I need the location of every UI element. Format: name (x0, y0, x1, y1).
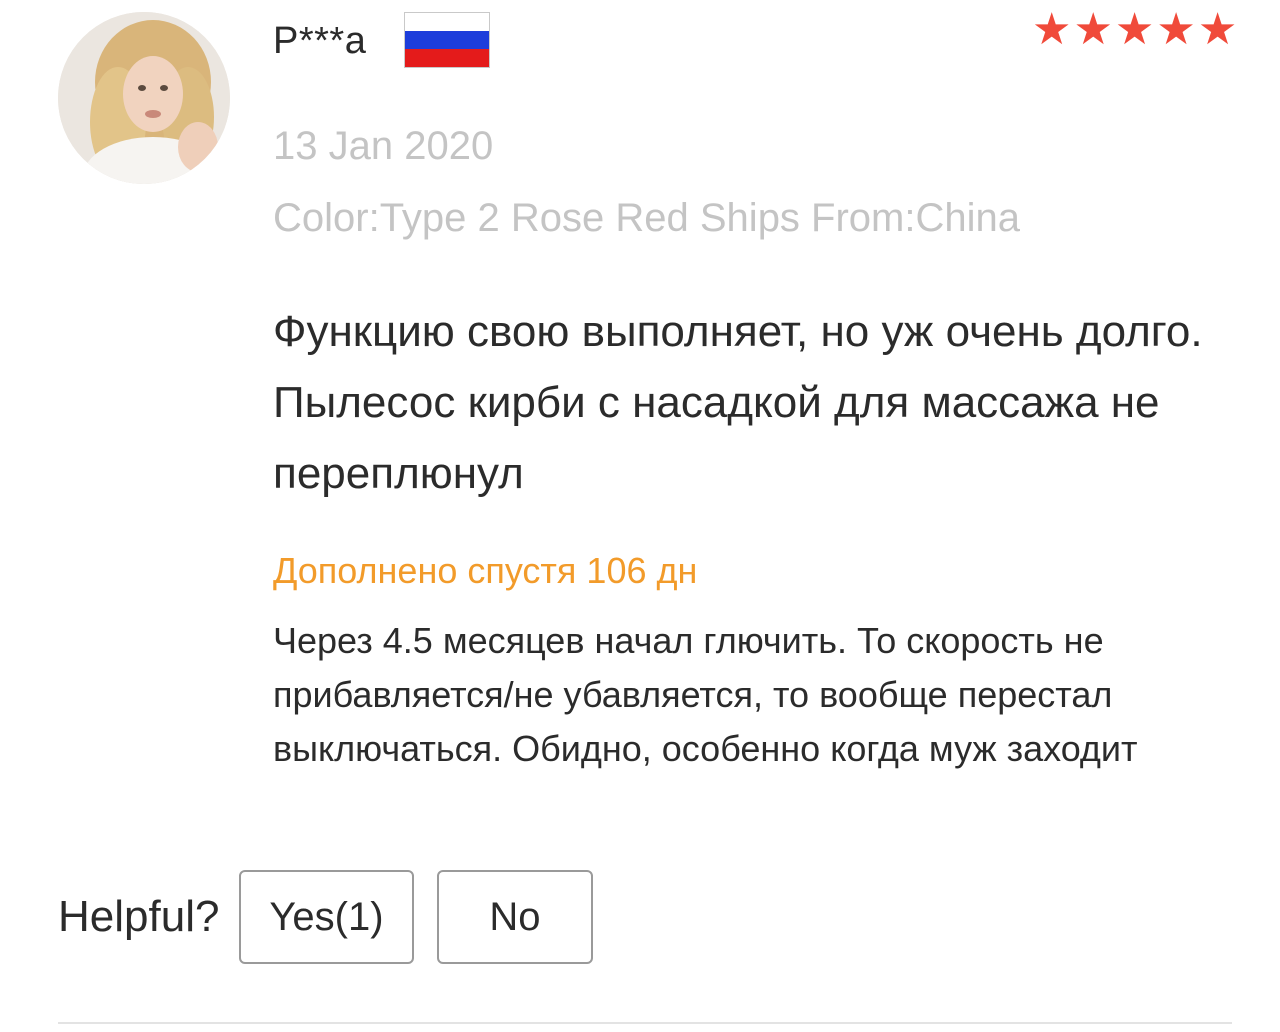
avatar-photo (58, 12, 230, 184)
product-variant: Color:Type 2 Rose Red Ships From:China (273, 196, 1020, 240)
helpful-yes-button[interactable]: Yes(1) (239, 870, 414, 964)
author-name: P***a (273, 20, 367, 62)
helpful-no-button[interactable]: No (437, 870, 593, 964)
star-icon: ★ (1197, 4, 1238, 55)
star-icon: ★ (1032, 4, 1072, 55)
star-icon: ★ (1156, 4, 1196, 55)
divider (58, 1022, 1232, 1024)
star-icon: ★ (1114, 4, 1155, 55)
helpful-label: Helpful? (58, 892, 220, 941)
star-rating: ★ ★ ★ ★ ★ (1032, 8, 1237, 52)
russia-flag-icon (404, 12, 490, 68)
followup-text: Через 4.5 месяцев начал глючить. То скор… (273, 620, 1138, 769)
followup-title: Дополнено спустя 106 дн (273, 550, 698, 591)
review-text: Функцию свою выполняет, но уж очень долг… (273, 307, 1203, 498)
star-icon: ★ (1073, 4, 1113, 55)
review-date: 13 Jan 2020 (273, 124, 494, 168)
review-card: P***a ★ ★ ★ ★ ★ 13 Jan 2020 Color:Type 2 Ros… (0, 0, 1280, 1032)
avatar[interactable] (58, 12, 230, 184)
